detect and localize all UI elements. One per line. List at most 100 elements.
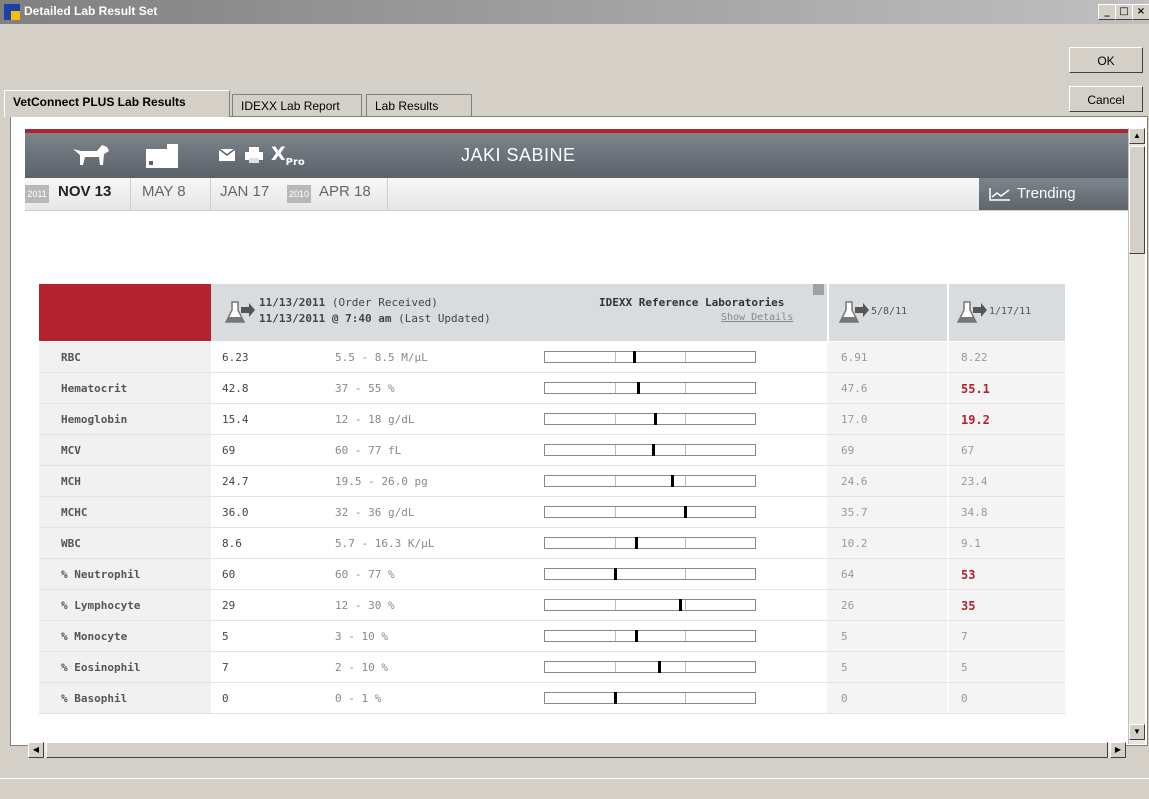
gauge-low-tick — [615, 414, 616, 424]
table-row[interactable]: MCV 69 60 - 77 fL 69 67 — [39, 435, 1065, 466]
previous-value-1: 17.0 — [841, 413, 868, 426]
minimize-button[interactable]: _ — [1098, 4, 1116, 20]
patient-name: JAKI SABINE — [461, 145, 576, 165]
date-divider — [210, 178, 211, 210]
vertical-scroll-thumb[interactable] — [1129, 146, 1145, 254]
gauge-high-tick — [685, 476, 686, 486]
dog-icon[interactable] — [71, 141, 111, 171]
previous-value-cell-2: 8.22 — [947, 342, 1065, 372]
result-value: 29 — [222, 599, 236, 612]
gauge-high-tick — [685, 569, 686, 579]
table-row[interactable]: Hemoglobin 15.4 12 - 18 g/dL 17.0 19.2 — [39, 404, 1065, 435]
previous-value-cell-1: 5 — [827, 652, 947, 682]
range-gauge — [544, 568, 756, 580]
scroll-up-button[interactable]: ▲ — [1129, 128, 1145, 144]
previous-value-cell-1: 24.6 — [827, 466, 947, 496]
date-tab-jan-17[interactable]: JAN 17 — [220, 183, 269, 200]
table-row[interactable]: MCH 24.7 19.5 - 26.0 pg 24.6 23.4 — [39, 466, 1065, 497]
tab-vetconnect-plus[interactable]: VetConnect PLUS Lab Results — [4, 90, 230, 117]
table-row[interactable]: Hematocrit 42.8 37 - 55 % 47.6 55.1 — [39, 373, 1065, 404]
test-name-cell: % Monocyte — [39, 621, 211, 651]
tab-lab-results[interactable]: Lab Results — [366, 94, 472, 116]
table-row[interactable]: % Monocyte 5 3 - 10 % 5 7 — [39, 621, 1065, 652]
date-tab-nov-13[interactable]: NOV 13 — [58, 183, 111, 200]
test-name-cell: Hemoglobin — [39, 404, 211, 434]
horizontal-scrollbar[interactable]: ◀ ▶ — [28, 742, 1126, 758]
current-result-header: 11/13/2011 (Order Received) 11/13/2011 @… — [211, 284, 827, 341]
reference-range: 12 - 30 % — [335, 599, 395, 612]
card-icon[interactable] — [145, 143, 179, 169]
result-value: 60 — [222, 568, 236, 581]
xpro-icon[interactable]: XPro — [271, 143, 305, 168]
table-row[interactable]: WBC 8.6 5.7 - 16.3 K/µL 10.2 9.1 — [39, 528, 1065, 559]
result-value: 7 — [222, 661, 229, 674]
test-name-cell: Hematocrit — [39, 373, 211, 403]
maximize-button[interactable]: □ — [1115, 4, 1133, 20]
range-gauge — [544, 413, 756, 425]
ok-button[interactable]: OK — [1069, 47, 1143, 73]
test-name-cell: % Basophil — [39, 683, 211, 713]
gauge-low-tick — [615, 538, 616, 548]
horizontal-scroll-thumb[interactable] — [46, 742, 1108, 758]
reference-range: 60 - 77 fL — [335, 444, 402, 457]
previous-value-2: 53 — [961, 568, 976, 582]
previous-value-2: 35 — [961, 599, 976, 613]
previous-date-2: 1/17/11 — [989, 306, 1032, 317]
print-icon[interactable] — [245, 147, 263, 163]
collapse-icon[interactable] — [813, 284, 824, 295]
previous-value-cell-2: 23.4 — [947, 466, 1065, 496]
reference-range: 5.7 - 16.3 K/µL — [335, 537, 435, 550]
previous-value-cell-1: 69 — [827, 435, 947, 465]
order-received-line: 11/13/2011 (Order Received) — [259, 296, 438, 309]
window-title: Detailed Lab Result Set — [24, 4, 158, 18]
table-row[interactable]: % Lymphocyte 29 12 - 30 % 26 35 — [39, 590, 1065, 621]
table-row[interactable]: % Neutrophil 60 60 - 77 % 64 53 — [39, 559, 1065, 590]
year-tag-2010: 2010 — [287, 185, 311, 203]
table-row[interactable]: % Basophil 0 0 - 1 % 0 0 — [39, 683, 1065, 714]
range-gauge — [544, 537, 756, 549]
previous-value-cell-2: 53 — [947, 559, 1065, 589]
previous-value-cell-2: 55.1 — [947, 373, 1065, 403]
previous-date-1: 5/8/11 — [871, 306, 908, 317]
scroll-left-button[interactable]: ◀ — [28, 742, 44, 758]
gauge-high-tick — [685, 693, 686, 703]
flask-icon — [839, 301, 869, 323]
previous-value-cell-1: 26 — [827, 590, 947, 620]
lab-name: IDEXX Reference Laboratories — [599, 296, 785, 309]
gauge-low-tick — [615, 631, 616, 641]
gauge-marker — [671, 475, 674, 487]
trending-button[interactable]: Trending — [979, 178, 1131, 210]
vertical-scrollbar[interactable]: ▲ ▼ — [1128, 128, 1145, 744]
range-gauge — [544, 444, 756, 456]
result-value: 42.8 — [222, 382, 249, 395]
gauge-marker — [633, 351, 636, 363]
range-gauge — [544, 599, 756, 611]
previous-value-cell-2: 7 — [947, 621, 1065, 651]
previous-value-2: 5 — [961, 661, 968, 674]
date-tab-apr-18[interactable]: APR 18 — [319, 183, 371, 200]
scroll-right-button[interactable]: ▶ — [1110, 742, 1126, 758]
table-row[interactable]: MCHC 36.0 32 - 36 g/dL 35.7 34.8 — [39, 497, 1065, 528]
reference-range: 12 - 18 g/dL — [335, 413, 415, 426]
previous-value-1: 6.91 — [841, 351, 868, 364]
test-name-cell: % Lymphocyte — [39, 590, 211, 620]
date-tab-may-8[interactable]: MAY 8 — [142, 183, 186, 200]
test-name-cell: MCHC — [39, 497, 211, 527]
email-icon[interactable] — [219, 149, 235, 161]
gauge-high-tick — [685, 662, 686, 672]
tab-idexx-lab-report[interactable]: IDEXX Lab Report — [232, 94, 362, 116]
previous-value-cell-1: 6.91 — [827, 342, 947, 372]
show-details-link[interactable]: Show Details — [721, 312, 793, 323]
gauge-low-tick — [615, 600, 616, 610]
previous-value-1: 24.6 — [841, 475, 868, 488]
gauge-high-tick — [685, 538, 686, 548]
previous-value-2: 34.8 — [961, 506, 988, 519]
cancel-button[interactable]: Cancel — [1069, 86, 1143, 112]
test-name: MCH — [61, 475, 81, 488]
previous-value-2: 19.2 — [961, 413, 990, 427]
scroll-down-button[interactable]: ▼ — [1129, 724, 1145, 740]
table-row[interactable]: % Eosinophil 7 2 - 10 % 5 5 — [39, 652, 1065, 683]
table-row[interactable]: RBC 6.23 5.5 - 8.5 M/µL 6.91 8.22 — [39, 342, 1065, 373]
range-gauge — [544, 692, 756, 704]
close-button[interactable]: × — [1132, 4, 1149, 20]
